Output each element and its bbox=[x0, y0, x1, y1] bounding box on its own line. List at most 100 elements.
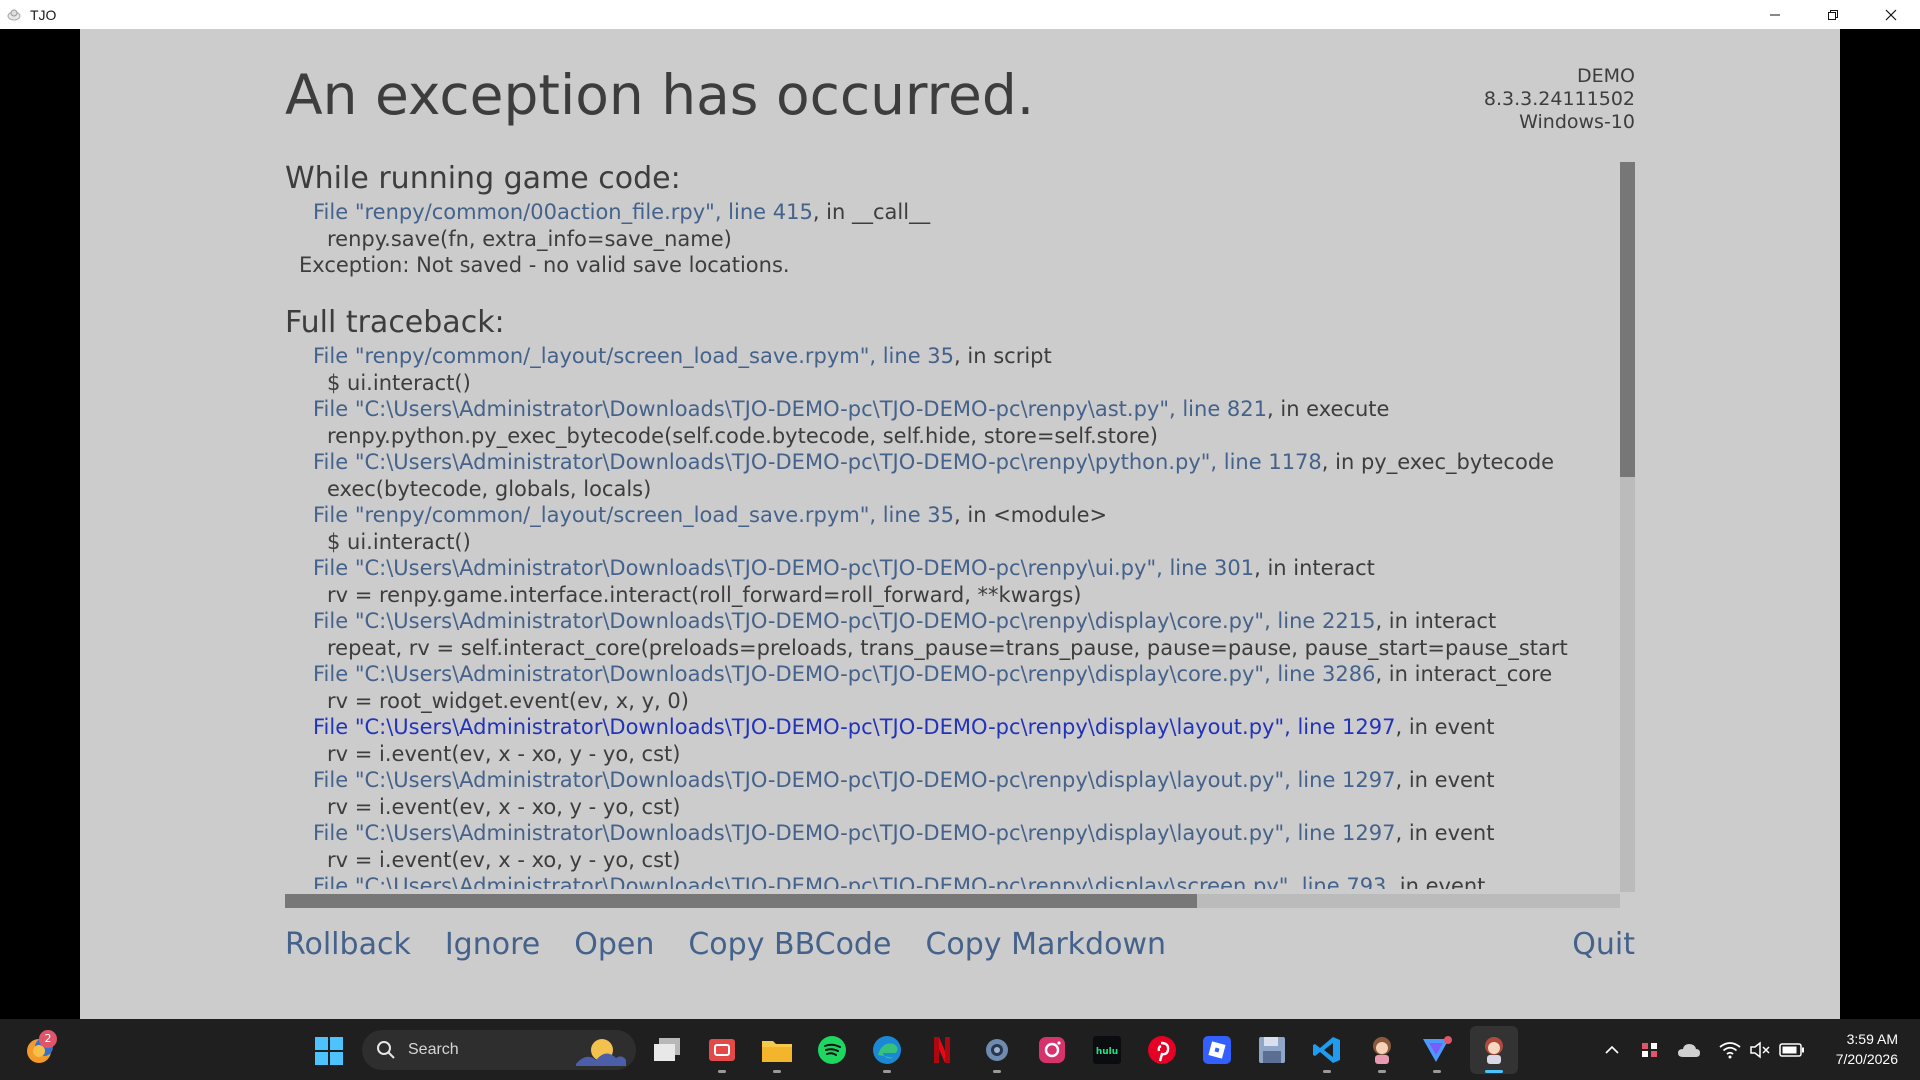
onedrive-button[interactable] bbox=[1676, 1039, 1702, 1061]
traceback-file-text[interactable]: File "C:\Users\Administrator\Downloads\T… bbox=[313, 450, 1322, 474]
chevron-up-icon bbox=[1605, 1045, 1619, 1054]
traceback-file-link[interactable]: File "renpy/common/_layout/screen_load_s… bbox=[285, 343, 1615, 370]
taskbar-renpy[interactable] bbox=[1366, 1034, 1398, 1073]
running-file-text[interactable]: File "renpy/common/00action_file.rpy", l… bbox=[313, 200, 813, 224]
taskbar-vpn[interactable] bbox=[1421, 1034, 1453, 1073]
folder-icon bbox=[762, 1041, 792, 1062]
windows-icon bbox=[315, 1037, 343, 1065]
traceback-file-text[interactable]: File "renpy/common/_layout/screen_load_s… bbox=[313, 344, 954, 368]
clock[interactable]: 3:59 AM 7/20/2026 bbox=[1836, 1029, 1898, 1069]
traceback-file-suffix: , in event bbox=[1395, 821, 1495, 845]
taskbar-tjo[interactable] bbox=[1478, 1034, 1510, 1073]
traceback-list: File "renpy/common/_layout/screen_load_s… bbox=[285, 343, 1615, 889]
running-code: renpy.save(fn, extra_info=save_name) bbox=[327, 227, 732, 251]
running-indicator bbox=[1433, 1070, 1441, 1073]
pinterest-icon bbox=[1148, 1036, 1176, 1064]
traceback-file-suffix: , in interact bbox=[1254, 556, 1375, 580]
traceback-code: rv = i.event(ev, x - xo, y - yo, cst) bbox=[327, 742, 681, 766]
traceback-code: repeat, rv = self.interact_core(preloads… bbox=[327, 636, 1568, 660]
traceback-viewport[interactable]: While running game code: File "renpy/com… bbox=[285, 159, 1615, 889]
task-view-button[interactable] bbox=[651, 1034, 683, 1066]
taskbar-spotify[interactable] bbox=[816, 1034, 848, 1066]
traceback-file-link[interactable]: File "C:\Users\Administrator\Downloads\T… bbox=[285, 873, 1615, 889]
page-title: An exception has occurred. bbox=[285, 63, 1035, 127]
ignore-button[interactable]: Ignore bbox=[445, 925, 540, 965]
traceback-file-text[interactable]: File "C:\Users\Administrator\Downloads\T… bbox=[313, 715, 1395, 739]
traceback-file-link[interactable]: File "renpy/common/_layout/screen_load_s… bbox=[285, 502, 1615, 529]
copy-markdown-button[interactable]: Copy Markdown bbox=[925, 925, 1166, 965]
open-button[interactable]: Open bbox=[574, 925, 654, 965]
minimize-icon bbox=[1770, 14, 1780, 15]
notification-badge: 2 bbox=[39, 1030, 57, 1048]
taskbar-hulu[interactable]: hulu bbox=[1091, 1034, 1123, 1066]
renpy-icon bbox=[1373, 1037, 1391, 1064]
traceback-file-link[interactable]: File "C:\Users\Administrator\Downloads\T… bbox=[285, 608, 1615, 635]
network-button[interactable] bbox=[1718, 1039, 1742, 1061]
traceback-file-link[interactable]: File "C:\Users\Administrator\Downloads\T… bbox=[285, 767, 1615, 794]
traceback-file-text[interactable]: File "C:\Users\Administrator\Downloads\T… bbox=[313, 609, 1375, 633]
taskbar-settings[interactable] bbox=[981, 1034, 1013, 1073]
traceback-file-link[interactable]: File "C:\Users\Administrator\Downloads\T… bbox=[285, 396, 1615, 423]
traceback-file-text[interactable]: File "C:\Users\Administrator\Downloads\T… bbox=[313, 874, 1386, 889]
volume-muted-icon bbox=[1750, 1041, 1770, 1059]
cloud-icon bbox=[1678, 1044, 1700, 1057]
restore-button[interactable] bbox=[1804, 0, 1862, 29]
running-file-suffix: , in __call__ bbox=[812, 200, 931, 224]
window-controls bbox=[1746, 0, 1920, 29]
traceback-file-suffix: , in py_exec_bytecode bbox=[1321, 450, 1555, 474]
taskbar-search[interactable]: Search bbox=[362, 1030, 636, 1070]
show-hidden-icons-button[interactable] bbox=[1602, 1039, 1622, 1061]
traceback-file-link[interactable]: File "C:\Users\Administrator\Downloads\T… bbox=[285, 714, 1615, 741]
restore-icon bbox=[1828, 9, 1838, 20]
traceback-file-suffix: , in event bbox=[1386, 874, 1486, 889]
traceback-file-suffix: , in event bbox=[1395, 715, 1495, 739]
traceback-file-link[interactable]: File "C:\Users\Administrator\Downloads\T… bbox=[285, 820, 1615, 847]
taskbar-save[interactable] bbox=[1256, 1034, 1288, 1066]
netflix-icon bbox=[934, 1037, 950, 1063]
taskbar-edge[interactable] bbox=[871, 1034, 903, 1073]
taskbar-netflix[interactable] bbox=[926, 1034, 958, 1066]
running-indicator bbox=[993, 1070, 1001, 1073]
traceback-file-link[interactable]: File "C:\Users\Administrator\Downloads\T… bbox=[285, 555, 1615, 582]
version-number: 8.3.3.24111502 bbox=[1483, 88, 1635, 110]
traceback-code: rv = i.event(ev, x - xo, y - yo, cst) bbox=[327, 795, 681, 819]
battery-button[interactable] bbox=[1778, 1039, 1806, 1061]
traceback-file-suffix: , in <module> bbox=[954, 503, 1108, 527]
running-indicator bbox=[1323, 1070, 1331, 1073]
clock-date: 7/20/2026 bbox=[1835, 1051, 1898, 1067]
copy-bbcode-button[interactable]: Copy BBCode bbox=[688, 925, 891, 965]
save-icon bbox=[1259, 1037, 1285, 1063]
tray-app-icon bbox=[1642, 1043, 1657, 1057]
minimize-button[interactable] bbox=[1746, 0, 1804, 29]
vertical-scroll-thumb[interactable] bbox=[1620, 162, 1635, 477]
vertical-scrollbar[interactable] bbox=[1620, 162, 1635, 892]
traceback-file-text[interactable]: File "C:\Users\Administrator\Downloads\T… bbox=[313, 556, 1254, 580]
wifi-icon bbox=[1719, 1042, 1741, 1059]
clock-time: 3:59 AM bbox=[1846, 1031, 1898, 1047]
taskbar-vscode[interactable] bbox=[1311, 1034, 1343, 1073]
horizontal-scrollbar[interactable] bbox=[285, 894, 1620, 908]
full-traceback-title: Full traceback: bbox=[285, 305, 505, 340]
taskbar-app-store[interactable] bbox=[706, 1034, 738, 1073]
traceback-code: rv = renpy.game.interface.interact(roll_… bbox=[327, 583, 1082, 607]
tray-app-button[interactable] bbox=[1638, 1039, 1662, 1061]
traceback-file-text[interactable]: File "C:\Users\Administrator\Downloads\T… bbox=[313, 821, 1395, 845]
traceback-file-text[interactable]: File "C:\Users\Administrator\Downloads\T… bbox=[313, 768, 1395, 792]
start-button[interactable] bbox=[314, 1036, 344, 1066]
running-title: While running game code: bbox=[285, 161, 681, 196]
traceback-file-link[interactable]: File "C:\Users\Administrator\Downloads\T… bbox=[285, 449, 1615, 476]
traceback-file-text[interactable]: File "C:\Users\Administrator\Downloads\T… bbox=[313, 662, 1375, 686]
traceback-file-text[interactable]: File "C:\Users\Administrator\Downloads\T… bbox=[313, 397, 1267, 421]
taskbar-folder[interactable] bbox=[761, 1034, 793, 1073]
close-button[interactable] bbox=[1862, 0, 1920, 29]
taskbar-roblox[interactable] bbox=[1201, 1034, 1233, 1066]
horizontal-scroll-thumb[interactable] bbox=[285, 894, 1197, 908]
volume-button[interactable] bbox=[1748, 1039, 1772, 1061]
taskbar-pinterest[interactable] bbox=[1146, 1034, 1178, 1066]
rollback-button[interactable]: Rollback bbox=[285, 925, 411, 965]
traceback-file-text[interactable]: File "renpy/common/_layout/screen_load_s… bbox=[313, 503, 954, 527]
taskbar-instagram[interactable] bbox=[1036, 1034, 1068, 1066]
traceback-file-link[interactable]: File "C:\Users\Administrator\Downloads\T… bbox=[285, 661, 1615, 688]
running-file-link[interactable]: File "renpy/common/00action_file.rpy", l… bbox=[285, 199, 1615, 226]
quit-button[interactable]: Quit bbox=[1572, 925, 1635, 965]
